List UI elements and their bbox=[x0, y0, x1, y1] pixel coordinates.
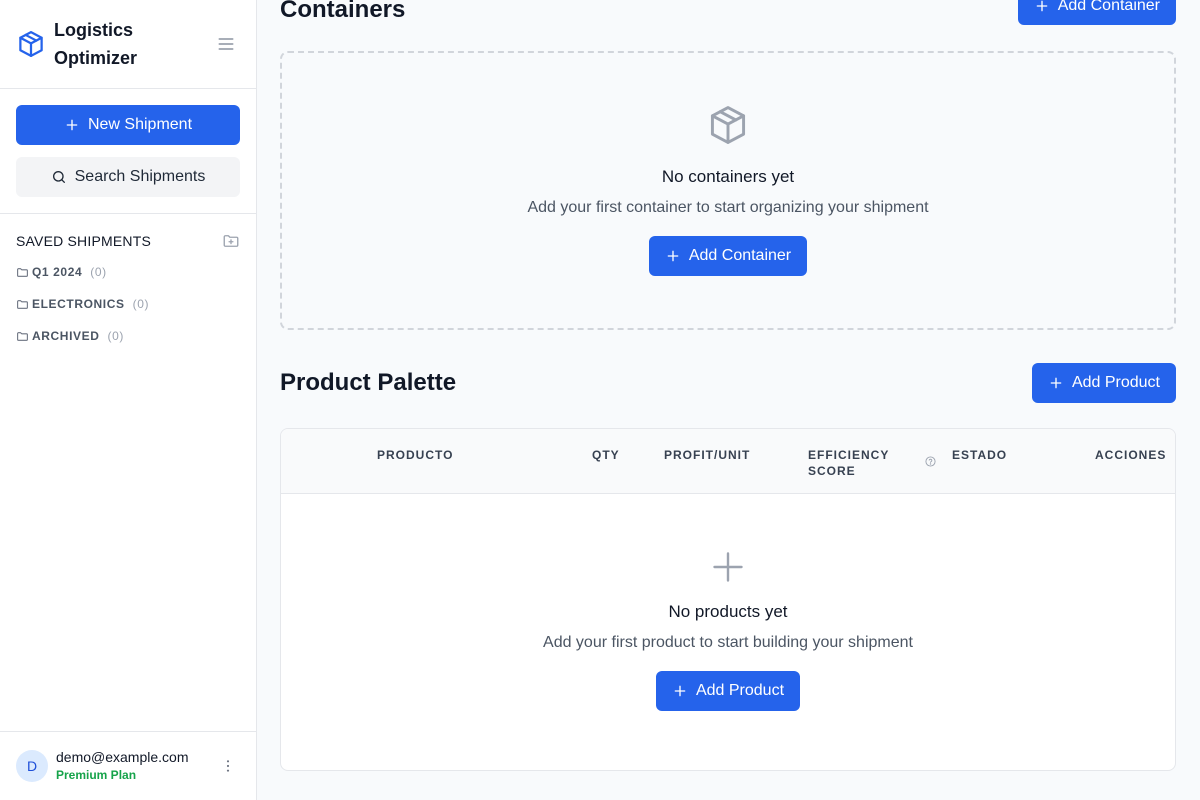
add-container-empty-button[interactable]: Add Container bbox=[648, 236, 808, 276]
search-shipments-label: Search Shipments bbox=[74, 168, 206, 185]
app-title: Logistics Optimizer bbox=[54, 20, 138, 68]
products-empty-subtitle: Add your first product to start building… bbox=[543, 634, 913, 651]
column-header-status[interactable]: ESTADO bbox=[952, 447, 1007, 463]
containers-empty-subtitle: Add your first container to start organi… bbox=[527, 199, 929, 216]
products-empty-state: No products yet Add your first product t… bbox=[281, 494, 1175, 711]
column-header-qty[interactable]: QTY bbox=[592, 447, 620, 463]
add-container-label: Add Container bbox=[1057, 0, 1160, 14]
sidebar: Logistics Optimizer New Shipment Search … bbox=[0, 0, 257, 800]
containers-header: Containers Add Container bbox=[280, 0, 1176, 26]
saved-shipments-title: SAVED SHIPMENTS bbox=[16, 233, 151, 249]
folder-item-electronics[interactable]: ELECTRONICS (0) bbox=[16, 288, 240, 320]
folder-name: ELECTRONICS bbox=[32, 297, 125, 311]
app-root: Logistics Optimizer New Shipment Search … bbox=[0, 0, 1200, 800]
folder-icon bbox=[17, 331, 28, 341]
folder-plus-icon[interactable] bbox=[222, 232, 240, 250]
plus-icon bbox=[1036, 0, 1048, 12]
user-plan: Premium Plan bbox=[56, 768, 137, 782]
saved-shipments-header: SAVED SHIPMENTS bbox=[16, 232, 240, 250]
table-header: PRODUCTO QTY PROFIT/UNIT EFFICIENCY SCOR… bbox=[281, 429, 1175, 494]
user-profile: D demo@example.com Premium Plan bbox=[0, 731, 256, 800]
folder-icon bbox=[17, 267, 28, 277]
folder-icon bbox=[17, 299, 28, 309]
add-product-empty-button[interactable]: Add Product bbox=[655, 671, 801, 711]
folder-count: (0) bbox=[107, 329, 124, 343]
sidebar-actions: New Shipment Search Shipments bbox=[0, 89, 256, 214]
plus-icon bbox=[66, 119, 78, 131]
column-header-efficiency[interactable]: EFFICIENCY SCORE bbox=[808, 447, 889, 479]
add-container-empty-label: Add Container bbox=[688, 247, 792, 264]
folder-name: ARCHIVED bbox=[32, 329, 100, 343]
menu-icon[interactable] bbox=[216, 34, 236, 54]
main-content: Containers Add Container No containers y… bbox=[257, 0, 1200, 800]
add-product-empty-label: Add Product bbox=[695, 682, 785, 699]
help-circle-icon[interactable] bbox=[925, 456, 936, 467]
containers-empty-title: No containers yet bbox=[661, 167, 795, 186]
folder-count: (0) bbox=[132, 297, 150, 311]
add-product-button[interactable]: Add Product bbox=[1031, 363, 1176, 403]
column-header-product[interactable]: PRODUCTO bbox=[377, 447, 453, 463]
folder-count: (0) bbox=[90, 265, 107, 279]
containers-title: Containers bbox=[280, 0, 406, 23]
column-header-efficiency-line2: SCORE bbox=[808, 464, 856, 478]
folder-item-archived[interactable]: ARCHIVED (0) bbox=[16, 320, 240, 352]
saved-shipments: SAVED SHIPMENTS Q1 2024 (0) ELECTRONICS … bbox=[0, 214, 256, 352]
plus-icon bbox=[1050, 377, 1062, 389]
brand-header: Logistics Optimizer bbox=[0, 0, 256, 89]
containers-empty-state: No containers yet Add your first contain… bbox=[280, 51, 1176, 330]
products-title: Product Palette bbox=[280, 369, 457, 396]
new-shipment-label: New Shipment bbox=[87, 116, 193, 133]
package-icon bbox=[19, 31, 43, 57]
user-info: demo@example.com Premium Plan bbox=[56, 748, 189, 784]
products-header: Product Palette Add Product bbox=[280, 363, 1176, 403]
folder-name: Q1 2024 bbox=[32, 265, 83, 279]
plus-icon bbox=[667, 250, 679, 262]
add-container-button[interactable]: Add Container bbox=[1017, 0, 1176, 25]
folder-list: Q1 2024 (0) ELECTRONICS (0) ARCHIVED (0) bbox=[16, 256, 240, 352]
column-header-efficiency-line1: EFFICIENCY bbox=[808, 448, 890, 462]
avatar: D bbox=[16, 750, 48, 782]
search-shipments-button[interactable]: Search Shipments bbox=[16, 157, 240, 197]
package-icon bbox=[710, 106, 746, 144]
more-vertical-icon[interactable] bbox=[220, 758, 236, 774]
user-email: demo@example.com bbox=[56, 749, 189, 765]
folder-item-q1-2024[interactable]: Q1 2024 (0) bbox=[16, 256, 240, 288]
column-header-actions[interactable]: ACCIONES bbox=[1095, 447, 1166, 463]
new-shipment-button[interactable]: New Shipment bbox=[16, 105, 240, 145]
add-product-label: Add Product bbox=[1071, 374, 1160, 391]
plus-icon bbox=[674, 685, 686, 697]
products-empty-title: No products yet bbox=[668, 602, 788, 621]
plus-icon bbox=[713, 552, 743, 582]
search-icon bbox=[52, 171, 65, 183]
products-table: PRODUCTO QTY PROFIT/UNIT EFFICIENCY SCOR… bbox=[280, 428, 1176, 771]
column-header-profit[interactable]: PROFIT/UNIT bbox=[664, 447, 750, 463]
